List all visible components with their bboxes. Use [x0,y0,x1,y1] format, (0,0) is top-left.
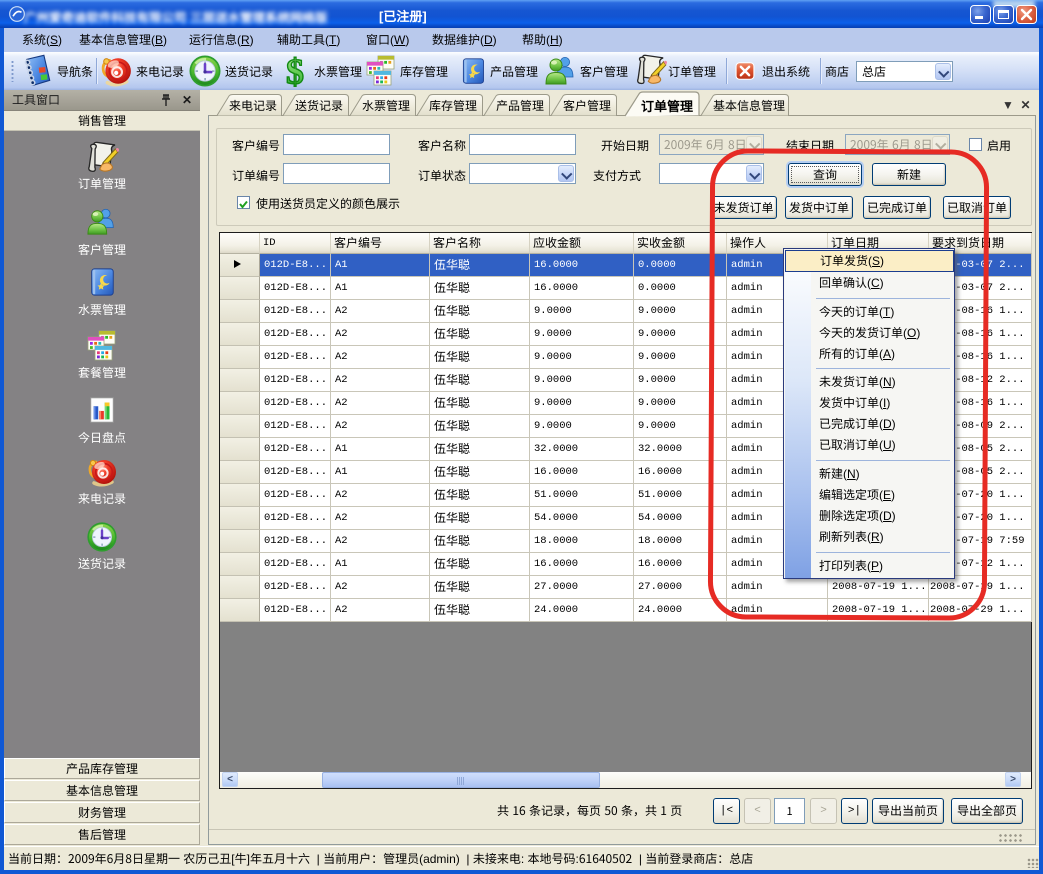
svg-text:$: $ [286,55,304,87]
